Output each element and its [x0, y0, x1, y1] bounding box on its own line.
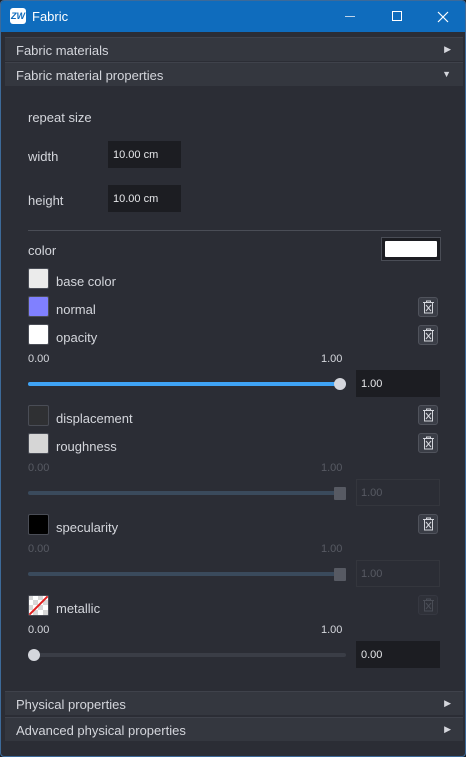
opacity-max-label: 1.00	[321, 353, 343, 365]
color-label: color	[28, 243, 57, 258]
delete-specularity-button[interactable]	[418, 514, 438, 534]
roughness-max-label: 1.00	[321, 462, 343, 474]
trash-icon	[423, 328, 434, 342]
trash-icon	[423, 598, 434, 612]
delete-opacity-button[interactable]	[418, 325, 438, 345]
chevron-down-icon: ▼	[442, 69, 451, 79]
roughness-min-label: 0.00	[28, 462, 50, 474]
opacity-slider-handle[interactable]	[334, 378, 346, 390]
trash-icon	[423, 517, 434, 531]
displacement-label: displacement	[56, 411, 133, 426]
normal-label: normal	[56, 302, 96, 317]
window-title: Fabric	[32, 9, 69, 24]
delete-displacement-button[interactable]	[418, 405, 438, 425]
roughness-map-swatch[interactable]	[28, 433, 49, 454]
specularity-map-swatch[interactable]	[28, 514, 49, 535]
maximize-button[interactable]	[374, 1, 420, 32]
section-label: Advanced physical properties	[16, 723, 186, 738]
metallic-slider-handle[interactable]	[28, 649, 40, 661]
roughness-label: roughness	[56, 439, 117, 454]
specularity-max-label: 1.00	[321, 543, 343, 555]
width-label: width	[28, 149, 59, 164]
chevron-right-icon: ▶	[444, 724, 451, 734]
close-button[interactable]	[420, 1, 465, 32]
width-input[interactable]: 10.00 cm	[108, 141, 181, 168]
app-logo-icon: ZW	[10, 8, 26, 24]
base-color-label: base color	[56, 274, 116, 289]
section-label: Fabric materials	[16, 43, 109, 58]
chevron-right-icon: ▶	[444, 698, 451, 708]
no-texture-icon	[29, 596, 48, 615]
displacement-map-swatch[interactable]	[28, 405, 49, 426]
opacity-label: opacity	[56, 330, 98, 345]
delete-metallic-button	[418, 595, 438, 615]
height-input[interactable]: 10.00 cm	[108, 185, 181, 212]
section-fabric-material-properties[interactable]: Fabric material properties ▼	[5, 62, 463, 86]
minimize-button[interactable]	[327, 1, 373, 32]
specularity-slider-track	[28, 572, 346, 576]
minimize-icon	[345, 16, 355, 17]
roughness-value-input: 1.00	[356, 479, 440, 506]
metallic-max-label: 1.00	[321, 624, 343, 636]
delete-normal-button[interactable]	[418, 297, 438, 317]
metallic-label: metallic	[56, 601, 101, 616]
close-icon	[437, 11, 449, 23]
chevron-right-icon: ▶	[444, 44, 451, 54]
specularity-slider-handle	[334, 568, 346, 581]
height-label: height	[28, 193, 64, 208]
opacity-min-label: 0.00	[28, 353, 50, 365]
normal-map-swatch[interactable]	[28, 296, 49, 317]
section-label: Fabric material properties	[16, 68, 164, 83]
roughness-slider-handle	[334, 487, 346, 500]
repeat-size-heading: repeat size	[28, 110, 92, 125]
divider	[28, 230, 441, 231]
section-fabric-materials[interactable]: Fabric materials ▶	[5, 37, 463, 61]
delete-roughness-button[interactable]	[418, 433, 438, 453]
metallic-value-input[interactable]: 0.00	[356, 641, 440, 668]
opacity-map-swatch[interactable]	[28, 324, 49, 345]
specularity-min-label: 0.00	[28, 543, 50, 555]
opacity-value-input[interactable]: 1.00	[356, 370, 440, 397]
section-physical-properties[interactable]: Physical properties ▶	[5, 691, 463, 715]
section-advanced-physical-properties[interactable]: Advanced physical properties ▶	[5, 717, 463, 741]
title-bar[interactable]: ZW Fabric	[1, 1, 465, 32]
specularity-value-input: 1.00	[356, 560, 440, 587]
trash-icon	[423, 436, 434, 450]
color-picker-button[interactable]	[381, 237, 441, 261]
metallic-slider-track[interactable]	[28, 653, 346, 657]
color-swatch	[385, 241, 437, 257]
material-properties-panel: repeat size width 10.00 cm height 10.00 …	[5, 87, 463, 691]
trash-icon	[423, 408, 434, 422]
fabric-window: ZW Fabric Fabric materials ▶ Fabric mate…	[0, 0, 466, 757]
section-label: Physical properties	[16, 697, 126, 712]
trash-icon	[423, 300, 434, 314]
metallic-min-label: 0.00	[28, 624, 50, 636]
roughness-slider-track	[28, 491, 346, 495]
specularity-label: specularity	[56, 520, 119, 535]
opacity-slider-fill	[28, 382, 346, 386]
maximize-icon	[392, 11, 402, 21]
base-color-swatch[interactable]	[28, 268, 49, 289]
metallic-map-swatch[interactable]	[28, 595, 49, 616]
